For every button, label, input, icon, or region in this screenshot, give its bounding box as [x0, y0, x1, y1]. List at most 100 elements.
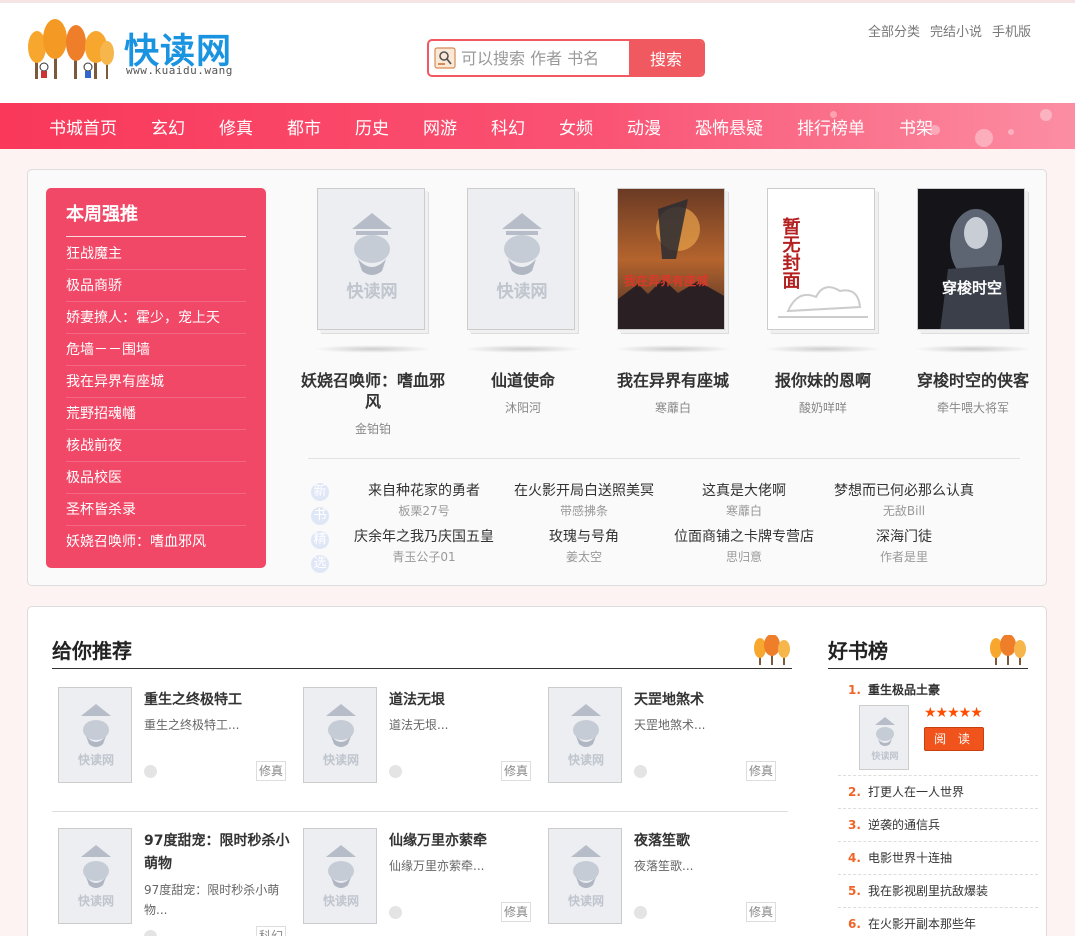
new-pick-item[interactable]: 梦想而已何必那么认真 无敌Bill — [824, 481, 984, 521]
ranking-item[interactable]: 3. 逆袭的通信兵 — [838, 809, 1038, 842]
nav-wangyou[interactable]: 网游 — [423, 114, 457, 139]
recommend-book-title[interactable]: 天罡地煞术 — [634, 689, 780, 712]
genre-tag[interactable]: 修真 — [746, 761, 777, 781]
featured-book-card[interactable]: 穿梭时空 穿梭时空的侠客 牵牛喂大将军 — [898, 188, 1048, 416]
genre-tag[interactable]: 修真 — [746, 902, 777, 922]
nav-xiuzhen[interactable]: 修真 — [219, 114, 253, 139]
book-cover-fantasy[interactable]: 我在异界有座城 — [617, 188, 725, 330]
genre-tag[interactable]: 科幻 — [256, 926, 287, 936]
author-avatar — [144, 765, 157, 778]
book-cover-placeholder[interactable]: 快读网 — [548, 828, 622, 924]
genre-tag[interactable]: 修真 — [501, 902, 532, 922]
book-cover-placeholder[interactable]: 快读网 — [58, 828, 132, 924]
ranking-item[interactable]: 2. 打更人在一人世界 — [838, 776, 1038, 809]
new-pick-item[interactable]: 位面商铺之卡牌专营店 思归意 — [664, 527, 824, 567]
recommend-book-title[interactable]: 夜落笙歌 — [634, 830, 780, 853]
recommend-book-title[interactable]: 重生之终极特工 — [144, 689, 290, 712]
nav-nvpin[interactable]: 女频 — [559, 114, 593, 139]
book-cover-placeholder[interactable]: 快读网 — [859, 705, 909, 770]
featured-book-card[interactable]: 快读网 仙道使命 沐阳河 — [448, 188, 598, 416]
rank-book-title[interactable]: 电影世界十连抽 — [868, 851, 952, 865]
nav-xuanhuan[interactable]: 玄幻 — [151, 114, 185, 139]
featured-book-title[interactable]: 报你妹的恩啊 — [748, 370, 898, 391]
weekly-pick-item[interactable]: 我在异界有座城 — [66, 366, 246, 398]
genre-tag[interactable]: 修真 — [501, 761, 532, 781]
recommend-book-title[interactable]: 97度甜宠：限时秒杀小萌物 — [144, 830, 290, 876]
book-cover-placeholder[interactable]: 快读网 — [303, 828, 377, 924]
book-cover-placeholder[interactable]: 快读网 — [317, 188, 425, 330]
top-link-mobile[interactable]: 手机版 — [992, 21, 1031, 40]
weekly-pick-item[interactable]: 极品校医 — [66, 462, 246, 494]
weekly-pick-item[interactable]: 极品商骄 — [66, 270, 246, 302]
new-pick-item[interactable]: 深海门徒 作者是里 — [824, 527, 984, 567]
weekly-pick-item[interactable]: 妖娆召唤师：嗜血邪风 — [66, 526, 246, 558]
book-cover-no-cover[interactable]: 暂无封面 — [767, 188, 875, 330]
new-pick-title[interactable]: 位面商铺之卡牌专营店 — [664, 527, 824, 547]
new-pick-title[interactable]: 这真是大佬啊 — [664, 481, 824, 501]
recommend-book-title[interactable]: 道法无垠 — [389, 689, 535, 712]
new-pick-item[interactable]: 庆余年之我乃庆国五皇 青玉公子01 — [344, 527, 504, 567]
new-pick-item[interactable]: 这真是大佬啊 寒蘼白 — [664, 481, 824, 521]
recommend-card[interactable]: 快读网 重生之终极特工 重生之终极特工... 修真 — [52, 683, 287, 793]
site-logo[interactable]: 快读网 www.kuaidu.wang — [26, 19, 256, 83]
recommend-card[interactable]: 快读网 夜落笙歌 夜落笙歌... 修真 — [542, 824, 777, 934]
ranking-item[interactable]: 6. 在火影开副本那些年 — [838, 908, 1038, 936]
search-input[interactable] — [461, 41, 629, 75]
book-cover-placeholder[interactable]: 快读网 — [467, 188, 575, 330]
nav-lishi[interactable]: 历史 — [355, 114, 389, 139]
new-pick-title[interactable]: 在火影开局白送照美冥 — [504, 481, 664, 501]
featured-book-card[interactable]: 快读网 妖娆召唤师：嗜血邪风 金铂铂 — [298, 188, 448, 437]
new-pick-title[interactable]: 梦想而已何必那么认真 — [824, 481, 984, 501]
top-link-completed[interactable]: 完结小说 — [930, 21, 982, 40]
featured-book-title[interactable]: 仙道使命 — [448, 370, 598, 391]
new-pick-item[interactable]: 在火影开局白送照美冥 带感拂条 — [504, 481, 664, 521]
weekly-pick-item[interactable]: 狂战魔主 — [66, 238, 246, 270]
rank-book-title[interactable]: 在火影开副本那些年 — [868, 917, 976, 931]
recommend-book-title[interactable]: 仙缘万里亦萦牵 — [389, 830, 535, 853]
weekly-pick-item[interactable]: 危墙－－围墙 — [66, 334, 246, 366]
nav-home[interactable]: 书城首页 — [49, 114, 117, 139]
weekly-pick-item[interactable]: 圣杯皆杀录 — [66, 494, 246, 526]
search-button[interactable]: 搜索 — [629, 41, 703, 75]
featured-book-title[interactable]: 我在异界有座城 — [598, 370, 748, 391]
top-link-all-categories[interactable]: 全部分类 — [868, 21, 920, 40]
ranking-top-item[interactable]: 1. 重生极品土豪 快读网 ★★★★★ 阅 读 — [838, 679, 1038, 776]
featured-book-title[interactable]: 穿梭时空的侠客 — [898, 370, 1048, 391]
recommend-card[interactable]: 快读网 97度甜宠：限时秒杀小萌物 97度甜宠：限时秒杀小萌物... 科幻 — [52, 824, 290, 936]
featured-book-card[interactable]: 暂无封面 报你妹的恩啊 酸奶咩咩 — [748, 188, 898, 416]
rank-book-title[interactable]: 逆袭的通信兵 — [868, 818, 940, 832]
recommend-card[interactable]: 快读网 道法无垠 道法无垠... 修真 — [297, 683, 532, 793]
nav-dushi[interactable]: 都市 — [287, 114, 321, 139]
rank-book-title[interactable]: 打更人在一人世界 — [868, 785, 964, 799]
ranking-item[interactable]: 5. 我在影视剧里抗敌爆装 — [838, 875, 1038, 908]
book-cover-placeholder[interactable]: 快读网 — [58, 687, 132, 783]
weekly-pick-item[interactable]: 荒野招魂幡 — [66, 398, 246, 430]
book-cover-hero[interactable]: 穿梭时空 — [917, 188, 1025, 330]
weekly-pick-item[interactable]: 娇妻撩人：霍少，宠上天 — [66, 302, 246, 334]
new-pick-title[interactable]: 来自种花家的勇者 — [344, 481, 504, 501]
recommend-card[interactable]: 快读网 天罡地煞术 天罡地煞术... 修真 — [542, 683, 777, 793]
book-cover-placeholder[interactable]: 快读网 — [548, 687, 622, 783]
featured-book-card[interactable]: 我在异界有座城 我在异界有座城 寒蘼白 — [598, 188, 748, 416]
nav-rankings[interactable]: 排行榜单 — [797, 114, 865, 139]
default-cover-icon: 快读网 — [549, 688, 621, 782]
nav-kehuan[interactable]: 科幻 — [491, 114, 525, 139]
new-pick-title[interactable]: 玫瑰与号角 — [504, 527, 664, 547]
nav-dongman[interactable]: 动漫 — [627, 114, 661, 139]
recommend-card[interactable]: 快读网 仙缘万里亦萦牵 仙缘万里亦萦牵... 修真 — [297, 824, 532, 934]
ranking-item[interactable]: 4. 电影世界十连抽 — [838, 842, 1038, 875]
new-pick-item[interactable]: 玫瑰与号角 姜太空 — [504, 527, 664, 567]
genre-tag[interactable]: 修真 — [256, 761, 287, 781]
new-pick-title[interactable]: 深海门徒 — [824, 527, 984, 547]
new-pick-item[interactable]: 来自种花家的勇者 板栗27号 — [344, 481, 504, 521]
read-button[interactable]: 阅 读 — [924, 727, 984, 751]
featured-book-title[interactable]: 妖娆召唤师：嗜血邪风 — [298, 370, 448, 412]
weekly-pick-item[interactable]: 核战前夜 — [66, 430, 246, 462]
nav-horror[interactable]: 恐怖悬疑 — [695, 114, 763, 139]
rank-book-title[interactable]: 重生极品土豪 — [868, 683, 940, 697]
book-cover-placeholder[interactable]: 快读网 — [303, 687, 377, 783]
nav-bookshelf[interactable]: 书架 — [899, 114, 933, 139]
author-avatar — [389, 765, 402, 778]
rank-book-title[interactable]: 我在影视剧里抗敌爆装 — [868, 884, 988, 898]
new-pick-title[interactable]: 庆余年之我乃庆国五皇 — [344, 527, 504, 547]
